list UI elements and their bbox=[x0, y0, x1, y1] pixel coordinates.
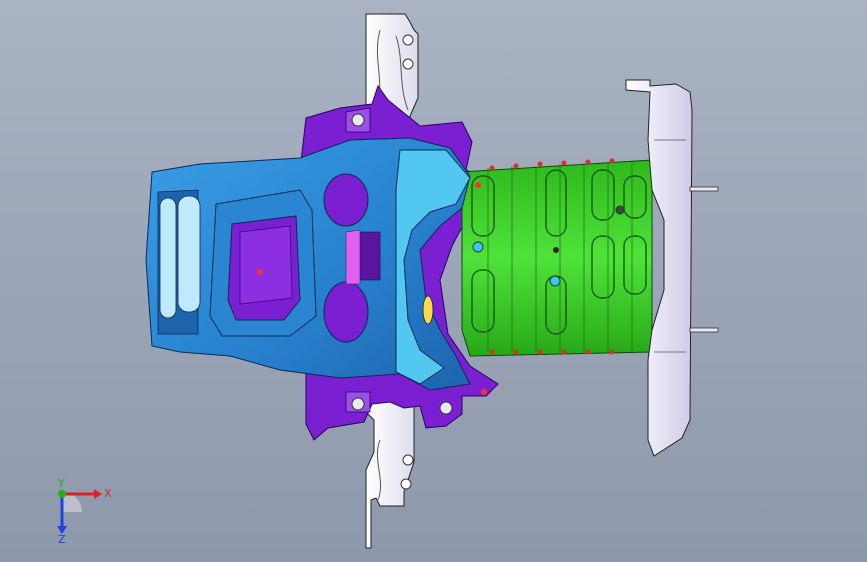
y-axis-label: Y bbox=[58, 477, 65, 490]
graphics-viewport[interactable]: X Y Z bbox=[0, 0, 867, 562]
green-channel-part[interactable] bbox=[461, 158, 653, 357]
z-axis-label: Z bbox=[58, 533, 66, 546]
coordinate-triad: X Y Z bbox=[40, 478, 120, 548]
x-axis-label: X bbox=[104, 487, 112, 500]
y-axis-dot bbox=[58, 490, 66, 498]
3d-model-scene[interactable] bbox=[0, 0, 867, 562]
